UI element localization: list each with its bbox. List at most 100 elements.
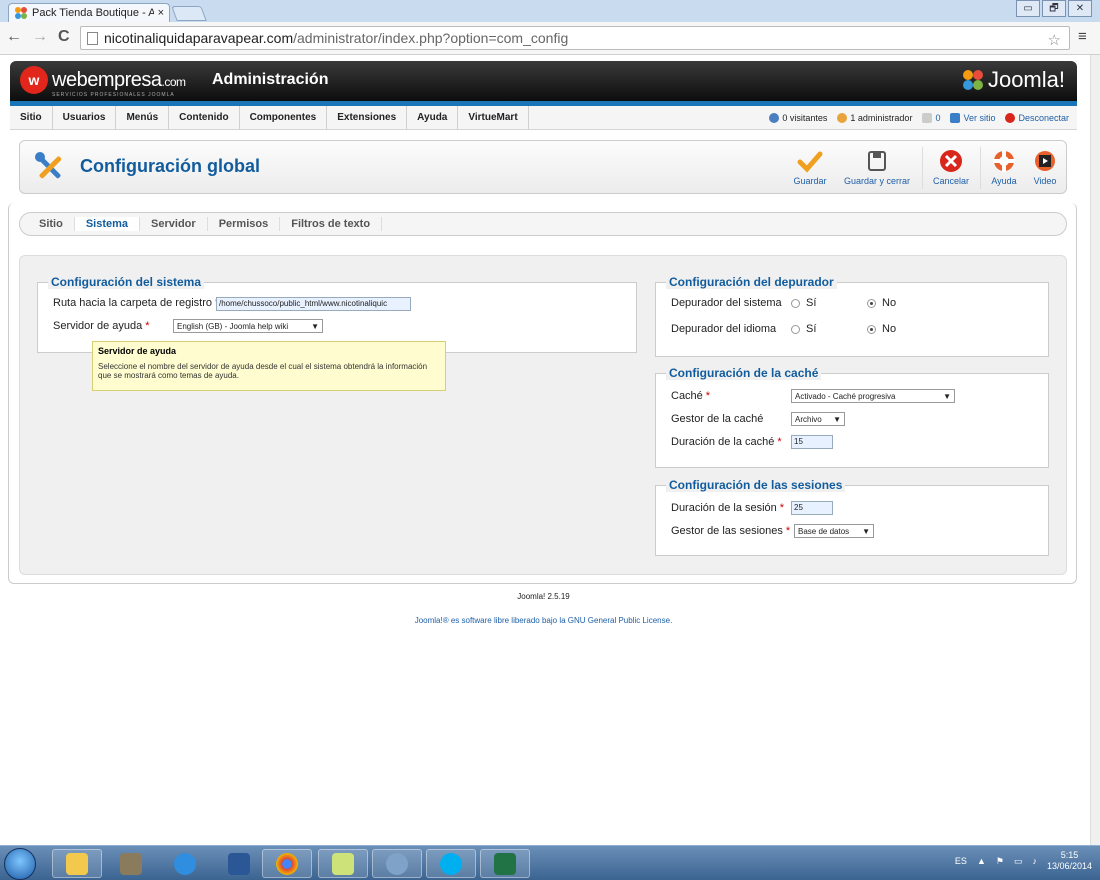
reload-button[interactable]: C (58, 28, 70, 46)
language-indicator[interactable]: ES (955, 856, 967, 866)
save-button[interactable]: Guardar (790, 149, 830, 186)
system-debug-yes-radio[interactable] (791, 299, 800, 308)
lang-debug-label: Depurador del idioma (671, 323, 777, 335)
taskbar-explorer[interactable] (52, 849, 102, 878)
minimize-button[interactable]: ▭ (1016, 0, 1040, 17)
menu-contenido[interactable]: Contenido (169, 105, 240, 130)
flag-icon[interactable]: ⚑ (996, 856, 1004, 867)
log-path-input[interactable]: /home/chussoco/public_html/www.nicotinal… (216, 297, 411, 311)
messages-status[interactable]: 0 (922, 113, 940, 123)
menu-ayuda[interactable]: Ayuda (407, 105, 459, 130)
dropdown-arrow-icon: ▼ (311, 321, 319, 331)
tab-close-icon[interactable]: × (158, 7, 164, 19)
video-label: Video (1033, 176, 1057, 186)
taskbar-gimp[interactable] (106, 849, 156, 878)
clock-time: 5:15 (1060, 850, 1079, 860)
menu-sitio[interactable]: Sitio (10, 105, 53, 130)
joomla-logo-text: Joomla! (987, 67, 1065, 92)
dropdown-arrow-icon: ▼ (943, 391, 951, 401)
tab-permisos[interactable]: Permisos (208, 217, 281, 231)
gimp-icon (120, 852, 142, 875)
help-server-select[interactable]: English (GB) - Joomla help wiki ▼ (173, 319, 323, 333)
taskbar-excel[interactable] (480, 849, 530, 878)
taskbar-ie[interactable] (160, 849, 210, 878)
cancel-icon (940, 150, 962, 172)
url-path: /administrator/index.php?option=com_conf… (293, 30, 569, 46)
version-text: Joomla! 2.5.19 (517, 592, 570, 601)
url-field[interactable]: nicotinaliquidaparavapear.com/administra… (80, 26, 1070, 50)
taskbar-word[interactable] (214, 849, 264, 878)
taskbar-skype[interactable] (426, 849, 476, 878)
lang-debug-yes-radio[interactable] (791, 325, 800, 334)
toolbar-separator (922, 147, 923, 189)
menu-usuarios[interactable]: Usuarios (53, 105, 117, 130)
save-close-button[interactable]: Guardar y cerrar (838, 149, 916, 186)
menu-componentes[interactable]: Componentes (240, 105, 328, 130)
cancel-button[interactable]: Cancelar (928, 149, 974, 186)
cache-config-fieldset: Configuración de la caché Caché * Activad… (655, 366, 1049, 468)
tab-sitio[interactable]: Sitio (28, 217, 75, 231)
view-site-link[interactable]: Ver sitio (950, 113, 995, 123)
session-handler-label: Gestor de las sesiones * (671, 525, 791, 537)
toolbar-separator (980, 147, 981, 189)
brand-name: webempresa.com (52, 68, 186, 91)
help-label: Ayuda (991, 176, 1017, 186)
browser-menu-icon[interactable]: ≡ (1078, 28, 1087, 45)
menu-menus[interactable]: Menús (116, 105, 170, 130)
network-icon[interactable]: ▭ (1014, 856, 1023, 867)
config-tools-icon (35, 152, 62, 179)
forward-button[interactable]: → (32, 28, 48, 46)
taskbar-stickynotes[interactable] (318, 849, 368, 878)
tab-filtros-texto[interactable]: Filtros de texto (280, 217, 383, 231)
cache-handler-select[interactable]: Archivo ▼ (791, 412, 845, 426)
joomla-logo-icon (962, 70, 983, 90)
visitors-status: 0 visitantes (769, 113, 827, 123)
cache-label: Caché * (671, 390, 711, 402)
save-label: Guardar (793, 176, 827, 186)
session-lifetime-input[interactable]: 25 (791, 501, 833, 515)
bookmark-star-icon[interactable]: ☆ (1048, 31, 1061, 49)
start-button[interactable] (4, 848, 36, 880)
excel-icon (494, 852, 516, 875)
cache-select[interactable]: Activado - Caché progresiva ▼ (791, 389, 955, 403)
cache-time-input[interactable]: 15 (791, 435, 833, 449)
tooltip-title: Servidor de ayuda (98, 346, 177, 356)
system-debug-no-radio[interactable] (867, 299, 876, 308)
browser-tab[interactable]: Pack Tienda Boutique - A × (8, 3, 170, 22)
log-path-label: Ruta hacia la carpeta de registro* (53, 297, 219, 309)
page-scrollbar[interactable] (1090, 55, 1100, 845)
word-icon (228, 852, 250, 875)
clock[interactable]: 5:15 13/06/2014 (1047, 850, 1092, 872)
volume-icon[interactable]: ♪ (1032, 856, 1037, 866)
mail-icon (922, 113, 933, 123)
taskbar-apps[interactable] (372, 849, 422, 878)
windows-taskbar: ES ▲ ⚑ ▭ ♪ 5:15 13/06/2014 (0, 845, 1100, 880)
address-bar-row: ← → C nicotinaliquidaparavapear.com/admi… (0, 22, 1100, 55)
close-window-button[interactable]: ✕ (1068, 0, 1092, 17)
logout-link[interactable]: Desconectar (1005, 113, 1069, 123)
dropdown-arrow-icon: ▼ (833, 414, 841, 424)
back-button[interactable]: ← (6, 28, 22, 46)
menu-extensiones[interactable]: Extensiones (327, 105, 408, 130)
chrome-icon (276, 852, 298, 875)
help-button[interactable]: Ayuda (986, 149, 1022, 186)
webempresa-logo[interactable]: w webempresa.com SERVICIOS PROFESIONALES… (20, 66, 186, 98)
menu-virtuemart[interactable]: VirtueMart (458, 105, 529, 130)
taskbar-chrome[interactable] (262, 849, 312, 878)
sticky-notes-icon (332, 852, 354, 875)
gpl-license-link[interactable]: GNU General Public License (568, 616, 670, 625)
help-server-tooltip: Servidor de ayuda Seleccione el nombre d… (92, 341, 446, 391)
floppy-disk-icon (868, 151, 886, 171)
lang-debug-no-radio[interactable] (867, 325, 876, 334)
tray-expand-icon[interactable]: ▲ (977, 856, 986, 866)
tab-servidor[interactable]: Servidor (140, 217, 208, 231)
cache-time-label: Duración de la caché * (671, 436, 782, 448)
new-tab-button[interactable] (171, 6, 207, 21)
cache-config-legend: Configuración de la caché (666, 366, 822, 380)
admins-status: 1 administrador (837, 113, 912, 123)
maximize-button[interactable]: 🗗 (1042, 0, 1066, 17)
session-handler-select[interactable]: Base de datos ▼ (794, 524, 874, 538)
cancel-label: Cancelar (932, 176, 970, 186)
video-button[interactable]: Video (1028, 149, 1062, 186)
tab-sistema[interactable]: Sistema (74, 217, 141, 231)
